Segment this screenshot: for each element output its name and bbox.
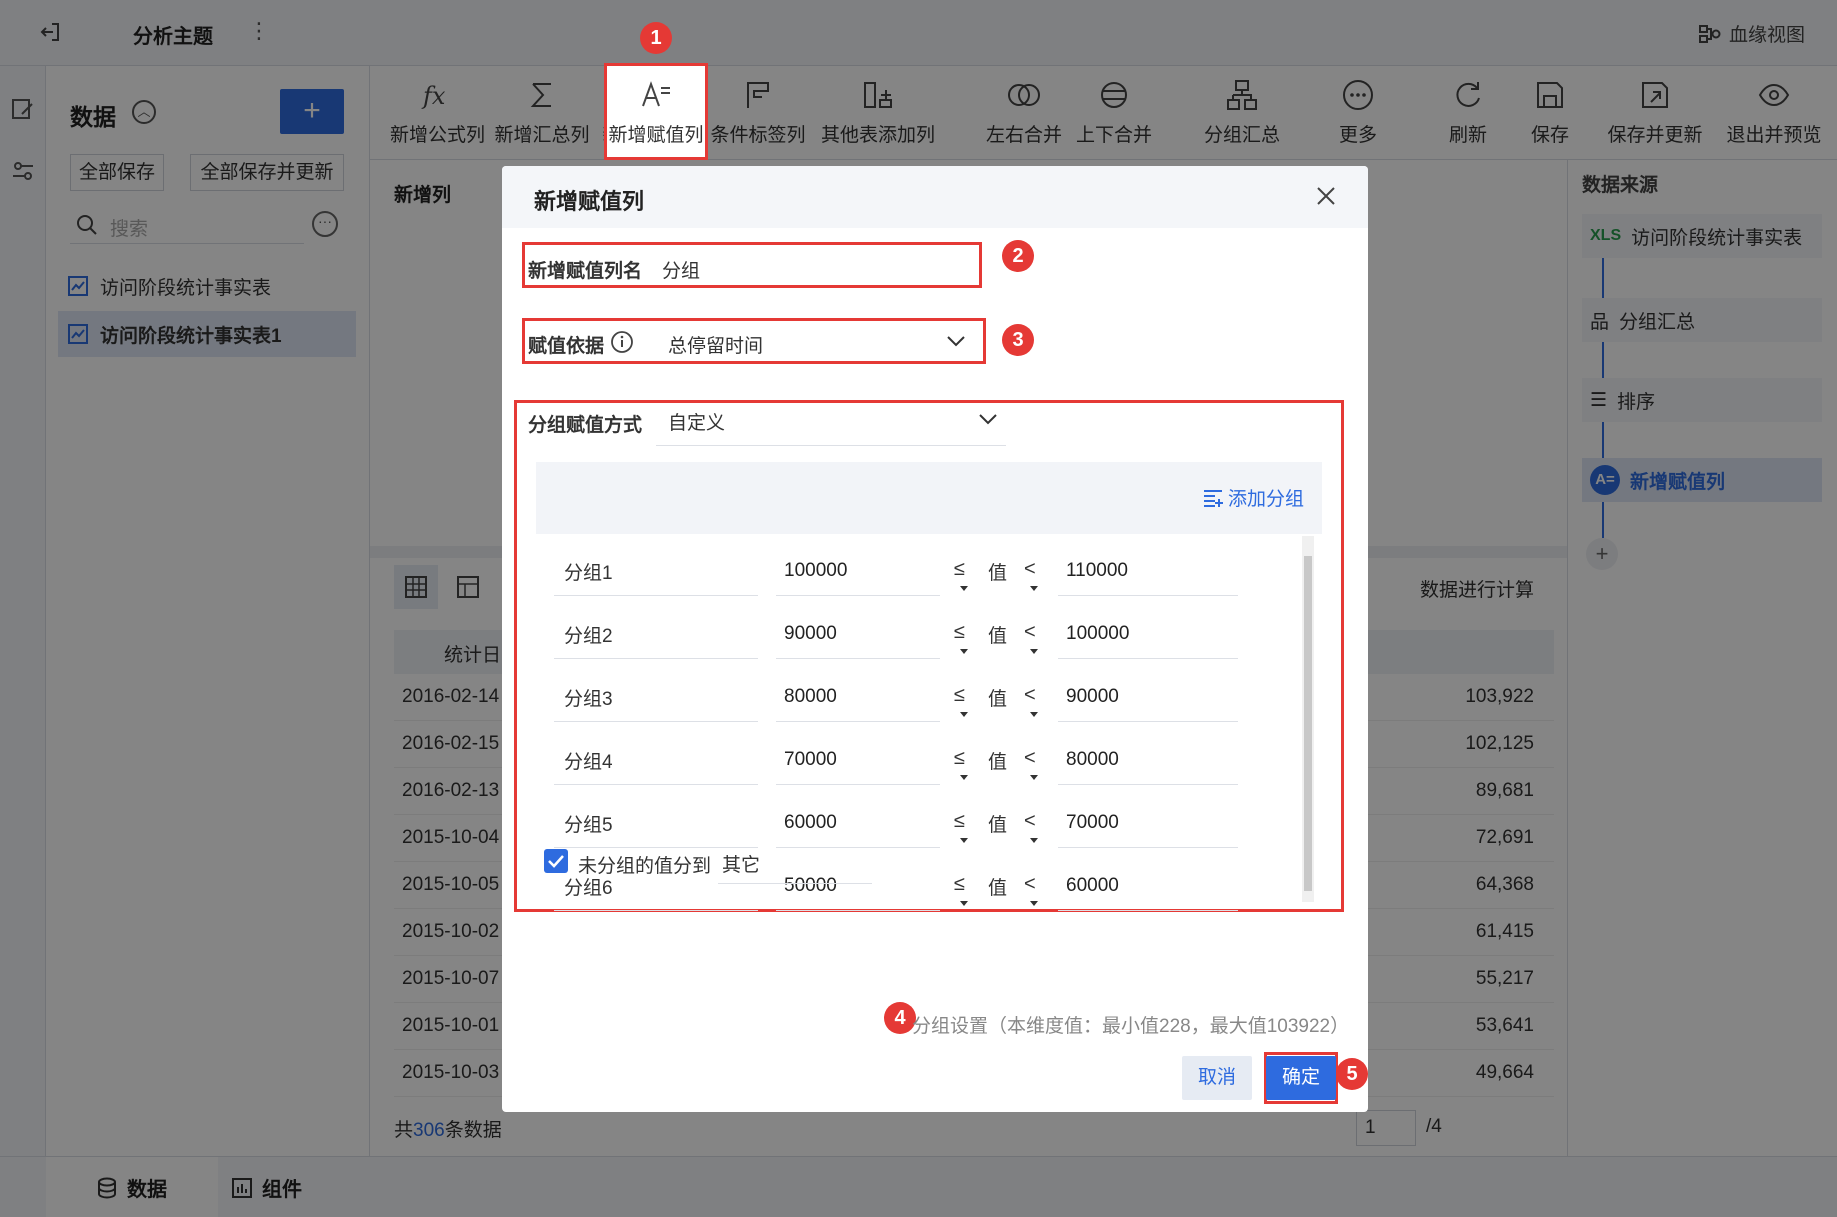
- lower-operator-select[interactable]: ≤: [954, 621, 965, 644]
- value-word: 值: [988, 878, 1008, 899]
- close-icon[interactable]: [1312, 182, 1340, 210]
- step-badge-2: 2: [1002, 240, 1034, 272]
- group-upper-bound-input[interactable]: 100000: [1058, 607, 1238, 659]
- cancel-button[interactable]: 取消: [1182, 1056, 1252, 1100]
- assign-column-icon: [642, 81, 670, 107]
- upper-operator-select[interactable]: <: [1024, 558, 1036, 581]
- lower-operator-select[interactable]: ≤: [954, 873, 965, 896]
- group-name-input[interactable]: 分组2: [554, 607, 758, 659]
- group-editor-header: 添加分组: [536, 462, 1322, 534]
- lower-operator-select[interactable]: ≤: [954, 810, 965, 833]
- step-badge-3: 3: [1002, 324, 1034, 356]
- assign-basis-label: 赋值依据: [528, 336, 605, 357]
- info-icon[interactable]: [610, 330, 634, 354]
- add-assign-column-button-highlighted[interactable]: 新增赋值列: [607, 66, 705, 157]
- chevron-down-icon[interactable]: [946, 334, 966, 348]
- group-lower-bound-input[interactable]: 60000: [776, 796, 940, 848]
- group-upper-bound-input[interactable]: 110000: [1058, 544, 1238, 596]
- upper-operator-select[interactable]: <: [1024, 621, 1036, 644]
- ungrouped-label: 未分组的值分到: [578, 856, 712, 877]
- upper-operator-select[interactable]: <: [1024, 873, 1036, 896]
- value-word: 值: [988, 815, 1008, 836]
- caret-down-icon[interactable]: [960, 649, 968, 654]
- group-lower-bound-input[interactable]: 70000: [776, 733, 940, 785]
- ungrouped-checkbox[interactable]: [544, 849, 568, 873]
- caret-down-icon[interactable]: [1030, 586, 1038, 591]
- group-upper-bound-input[interactable]: 90000: [1058, 670, 1238, 722]
- group-row: 分组2 90000 ≤ 值 <100000: [554, 607, 1254, 659]
- group-lower-bound-input[interactable]: 100000: [776, 544, 940, 596]
- group-editor: 添加分组 分组1 100000 ≤ 值 <110000 分组2 90000 ≤ 值 <100000…: [536, 462, 1322, 911]
- group-upper-bound-input[interactable]: 80000: [1058, 733, 1238, 785]
- lower-operator-select[interactable]: ≤: [954, 747, 965, 770]
- group-name-input[interactable]: 分组5: [554, 796, 758, 848]
- add-assign-column-dialog: 新增赋值列 新增赋值列名 分组 2 赋值依据 总停留时间 3 分组赋值方式 自定…: [502, 166, 1368, 1112]
- confirm-button[interactable]: 确定: [1266, 1056, 1336, 1100]
- add-group-icon: [1203, 489, 1223, 507]
- caret-down-icon[interactable]: [960, 838, 968, 843]
- add-group-button[interactable]: 添加分组: [1202, 484, 1304, 511]
- caret-down-icon[interactable]: [1030, 775, 1038, 780]
- column-name-input[interactable]: 分组: [662, 256, 700, 283]
- assign-basis-select[interactable]: 总停留时间: [668, 331, 763, 358]
- caret-down-icon[interactable]: [1030, 901, 1038, 906]
- caret-down-icon[interactable]: [1030, 649, 1038, 654]
- group-row: 分组5 60000 ≤ 值 <70000: [554, 796, 1254, 848]
- lower-operator-select[interactable]: ≤: [954, 684, 965, 707]
- group-row: 分组4 70000 ≤ 值 <80000: [554, 733, 1254, 785]
- group-lower-bound-input[interactable]: 80000: [776, 670, 940, 722]
- caret-down-icon[interactable]: [1030, 712, 1038, 717]
- value-word: 值: [988, 563, 1008, 584]
- upper-operator-select[interactable]: <: [1024, 684, 1036, 707]
- caret-down-icon[interactable]: [960, 901, 968, 906]
- group-upper-bound-input[interactable]: 70000: [1058, 796, 1238, 848]
- group-method-select[interactable]: 自定义: [656, 402, 1006, 446]
- group-scrollbar[interactable]: [1302, 536, 1314, 902]
- range-hint: 分组设置（本维度值：最小值228，最大值103922）: [912, 1016, 1350, 1037]
- lower-operator-select[interactable]: ≤: [954, 558, 965, 581]
- scroll-thumb[interactable]: [1304, 556, 1312, 891]
- dialog-header: 新增赋值列: [502, 166, 1368, 228]
- caret-down-icon[interactable]: [960, 586, 968, 591]
- group-name-input[interactable]: 分组1: [554, 544, 758, 596]
- caret-down-icon[interactable]: [1030, 838, 1038, 843]
- group-name-input[interactable]: 分组4: [554, 733, 758, 785]
- caret-down-icon[interactable]: [960, 775, 968, 780]
- group-name-input[interactable]: 分组3: [554, 670, 758, 722]
- upper-operator-select[interactable]: <: [1024, 810, 1036, 833]
- group-method-label: 分组赋值方式: [528, 415, 643, 436]
- group-upper-bound-input[interactable]: 60000: [1058, 859, 1238, 911]
- dialog-title: 新增赋值列: [534, 189, 645, 214]
- group-row: 分组1 100000 ≤ 值 <110000: [554, 544, 1254, 596]
- step-badge-1: 1: [640, 22, 672, 54]
- ungrouped-value-input[interactable]: 其它: [718, 844, 872, 884]
- value-word: 值: [988, 689, 1008, 710]
- value-word: 值: [988, 752, 1008, 773]
- step-badge-5: 5: [1336, 1058, 1368, 1090]
- column-name-label: 新增赋值列名: [528, 261, 643, 282]
- group-lower-bound-input[interactable]: 90000: [776, 607, 940, 659]
- value-word: 值: [988, 626, 1008, 647]
- group-row: 分组3 80000 ≤ 值 <90000: [554, 670, 1254, 722]
- upper-operator-select[interactable]: <: [1024, 747, 1036, 770]
- chevron-down-icon[interactable]: [978, 412, 998, 426]
- caret-down-icon[interactable]: [960, 712, 968, 717]
- check-icon: [548, 855, 564, 868]
